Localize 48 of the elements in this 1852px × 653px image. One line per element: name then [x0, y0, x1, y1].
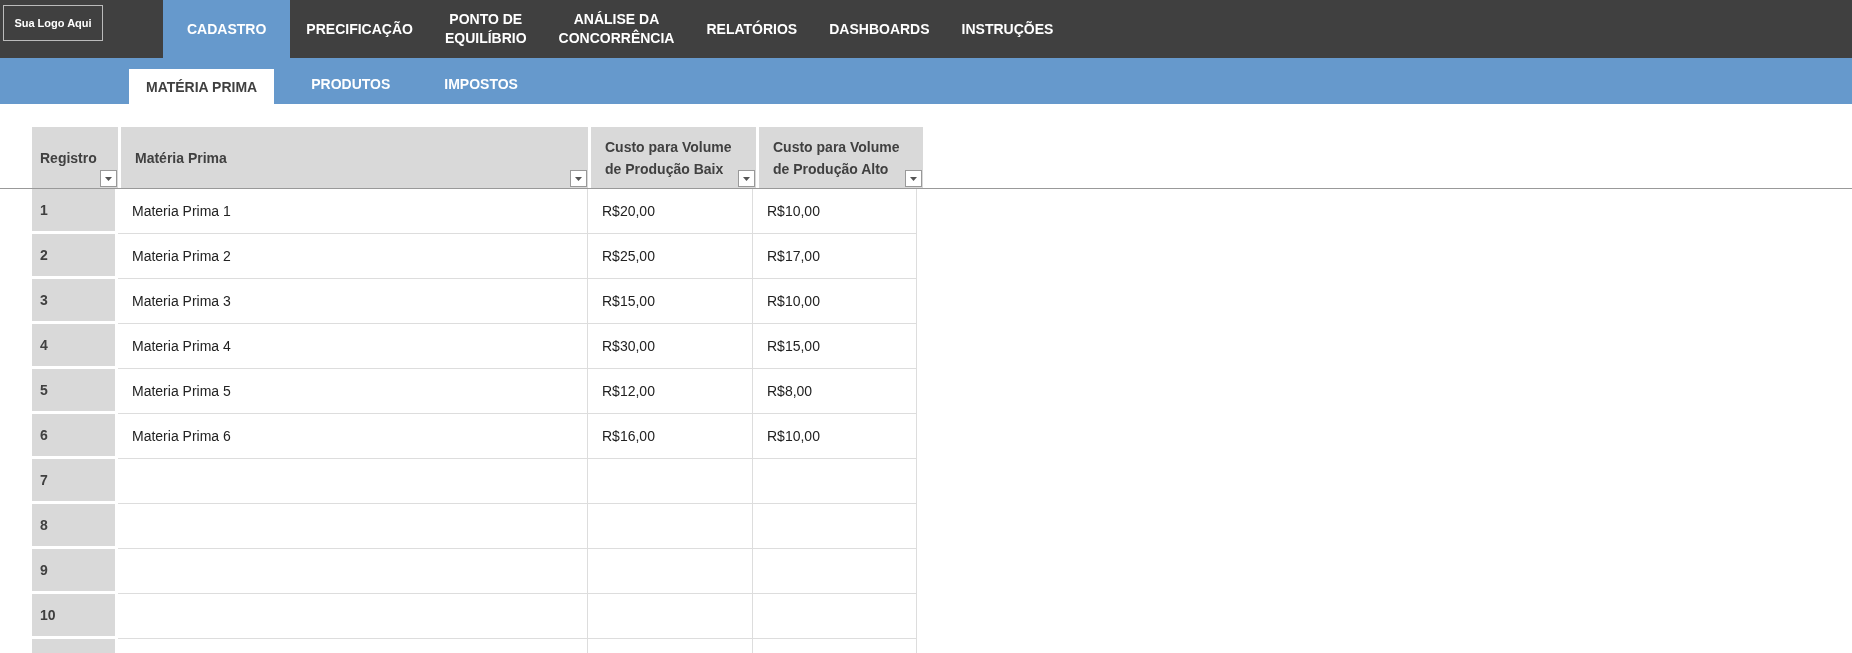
filter-dropdown-button[interactable] — [100, 170, 117, 187]
row-number-cell: 7 — [32, 459, 118, 504]
table-cell: Materia Prima 5 — [118, 369, 588, 414]
nav-tab[interactable]: PONTO DE EQUILÍBRIO — [428, 0, 543, 58]
table-cell: Materia Prima 3 — [118, 279, 588, 324]
table-cell: R$8,00 — [753, 369, 917, 414]
row-number-cell: 2 — [32, 234, 118, 279]
table-cell: R$15,00 — [588, 279, 753, 324]
table-cell: R$10,00 — [753, 189, 917, 234]
sub-tab[interactable]: MATÉRIA PRIMA — [129, 69, 275, 104]
table-cell: R$15,00 — [753, 324, 917, 369]
nav-tab[interactable]: INSTRUÇÕES — [945, 0, 1070, 58]
table-cell: R$20,00 — [588, 189, 753, 234]
table-cell: R$16,00 — [588, 414, 753, 459]
logo-field: Sua Logo Aqui — [3, 5, 103, 41]
table-cell: R$10,00 — [753, 279, 917, 324]
table-cell: Materia Prima 2 — [118, 234, 588, 279]
caret-icon — [743, 176, 750, 181]
table-cell: Materia Prima 4 — [118, 324, 588, 369]
row-number-cell: 4 — [32, 324, 118, 369]
nav-tab[interactable]: RELATÓRIOS — [690, 0, 814, 58]
row-number-cell: 9 — [32, 549, 118, 594]
column-header-label: Matéria Prima — [135, 148, 227, 168]
row-number-cell: 3 — [32, 279, 118, 324]
row-number-cell: 8 — [32, 504, 118, 549]
row-number-cell: 1 — [32, 189, 118, 234]
column-header-label: Custo para Volume de Produção Alto — [773, 137, 901, 179]
table-cell: R$30,00 — [588, 324, 753, 369]
table-cell: R$17,00 — [753, 234, 917, 279]
table-cell: R$12,00 — [588, 369, 753, 414]
nav-tab[interactable]: DASHBOARDS — [813, 0, 946, 58]
table-cell: Materia Prima 6 — [118, 414, 588, 459]
column-header-label: Registro — [40, 148, 97, 168]
caret-icon — [910, 176, 917, 181]
filter-dropdown-button[interactable] — [738, 170, 755, 187]
table-cell: Materia Prima 1 — [118, 189, 588, 234]
caret-icon — [575, 176, 582, 181]
table-cell: R$25,00 — [588, 234, 753, 279]
nav-tab[interactable]: PRECIFICAÇÃO — [290, 0, 429, 58]
row-number-cell: 6 — [32, 414, 118, 459]
filter-dropdown-button[interactable] — [905, 170, 922, 187]
caret-icon — [105, 176, 112, 181]
row-number-cell: 5 — [32, 369, 118, 414]
nav-tab[interactable]: ANÁLISE DA CONCORRÊNCIA — [542, 0, 691, 58]
row-number-cell: 10 — [32, 594, 118, 639]
table-cell: R$10,00 — [753, 414, 917, 459]
filter-dropdown-button[interactable] — [570, 170, 587, 187]
column-header-label: Custo para Volume de Produção Baix — [605, 137, 733, 179]
